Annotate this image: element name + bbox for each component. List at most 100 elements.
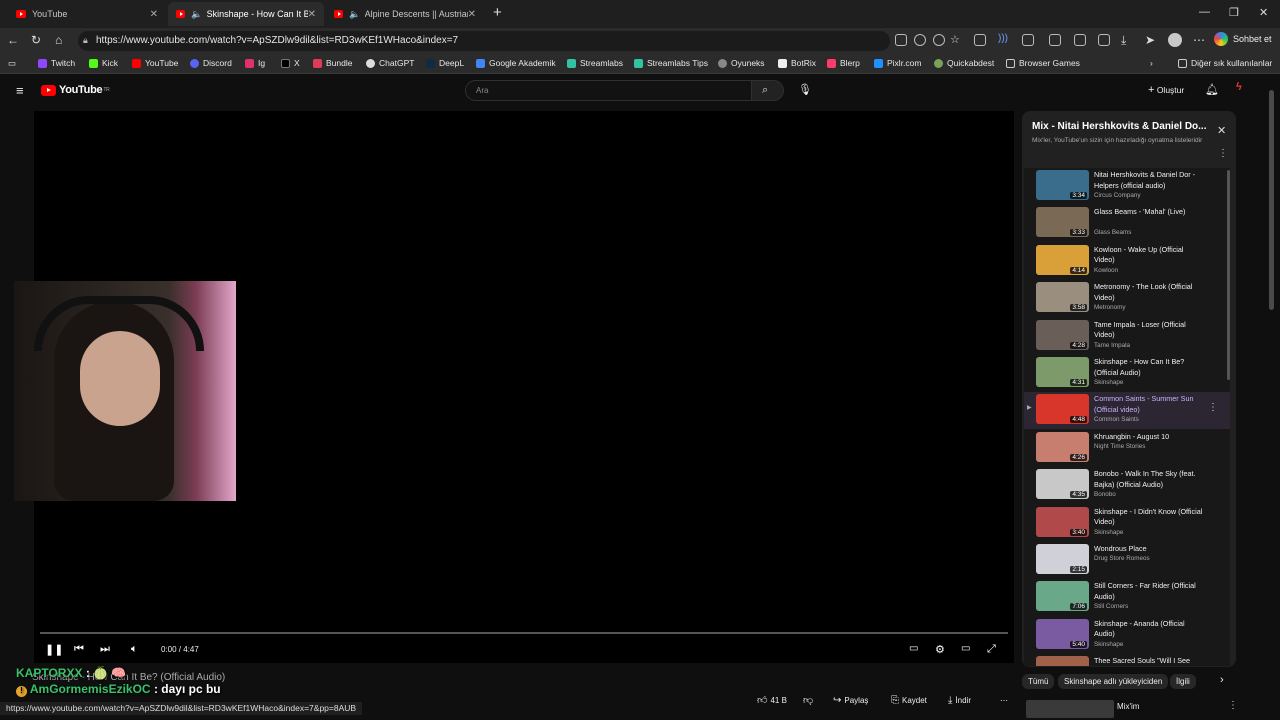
back-icon[interactable]: ← xyxy=(7,33,19,47)
bookmark-bundle[interactable]: Bundle xyxy=(313,58,352,68)
share-icon[interactable]: ➤ xyxy=(1145,33,1155,47)
bookmark-kick[interactable]: Kick xyxy=(89,58,118,68)
video-thumbnail[interactable]: 3:33 xyxy=(1036,207,1089,238)
channel-name[interactable]: Still Corners xyxy=(1094,603,1128,610)
close-tab-icon[interactable]: ✕ xyxy=(468,9,476,20)
video-thumbnail[interactable]: 4:26 xyxy=(1036,431,1089,462)
bookmark-discord[interactable]: Discord xyxy=(190,58,232,68)
playlist-item[interactable]: 4:28 Tame Impala - Loser (Official Video)… xyxy=(1024,318,1230,355)
subtitles-icon[interactable]: ▭ xyxy=(909,643,918,654)
close-tab-icon[interactable]: ✕ xyxy=(150,9,158,20)
like-button[interactable]: 👍︎ 41 B xyxy=(757,692,787,708)
playlist-item[interactable]: 7:06 Still Corners - Far Rider (Official … xyxy=(1024,579,1230,616)
menu-icon[interactable]: ≡ xyxy=(16,83,24,98)
playlist-item[interactable]: ▶ 4:48 Common Saints - Summer Sun (Officia… xyxy=(1024,392,1230,430)
youtube-logo[interactable]: YouTube TR xyxy=(41,84,110,96)
next-mix-title[interactable]: Mix'im xyxy=(1117,702,1139,711)
bookmark-quickabdest[interactable]: Quickabdest xyxy=(934,58,994,68)
playlist-item[interactable]: 2:15 Wondrous Place Drug Store Romeos xyxy=(1024,542,1230,579)
tab-skinshape[interactable]: 🔈 Skinshape - How Can It Be? (O ✕ xyxy=(168,2,324,26)
split-screen-icon[interactable] xyxy=(1049,34,1061,46)
video-title[interactable]: Glass Beams - 'Mahal' (Live) xyxy=(1094,207,1204,218)
playlist-item[interactable]: Thee Sacred Souls "Will I See You Again?… xyxy=(1024,654,1230,666)
video-thumbnail[interactable]: 3:34 xyxy=(1036,170,1089,200)
maximize-icon[interactable]: ❐ xyxy=(1229,6,1239,19)
tab-alpine[interactable]: 🔈 Alpine Descents || Austrian Al ✕ xyxy=(326,2,484,26)
favorite-star-icon[interactable]: ☆ xyxy=(950,33,960,46)
bookmarks-overflow-chevron-icon[interactable]: › xyxy=(1150,58,1153,68)
home-icon[interactable]: ⌂ xyxy=(55,33,62,47)
video-title[interactable]: Wondrous Place xyxy=(1094,544,1204,555)
item-menu-icon[interactable]: ⋮ xyxy=(1208,402,1218,413)
page-scrollbar[interactable] xyxy=(1269,90,1274,310)
bookmark-pixlr[interactable]: Pixlr.com xyxy=(874,58,921,68)
video-title[interactable]: Common Saints - Summer Sun (Official vid… xyxy=(1094,394,1204,415)
chip-uploader[interactable]: Skinshape adlı yükleyiciden xyxy=(1058,674,1169,689)
profile-avatar[interactable] xyxy=(1168,33,1182,47)
playlist-item[interactable]: 5:40 Skinshape - Ananda (Official Audio) S… xyxy=(1024,617,1230,654)
playlist-menu-icon[interactable]: ⋮ xyxy=(1218,148,1228,159)
video-title[interactable]: Thee Sacred Souls "Will I See You Again?… xyxy=(1094,656,1204,666)
bookmark-streamlabs-tips[interactable]: Streamlabs Tips xyxy=(634,58,708,68)
video-title[interactable]: Khruangbin - August 10 xyxy=(1094,432,1204,443)
copilot-button[interactable]: Sohbet et xyxy=(1214,32,1272,46)
playlist-item[interactable]: 4:26 Khruangbin - August 10 Night Time Sto… xyxy=(1024,430,1230,467)
fullscreen-icon[interactable]: ⤢ xyxy=(987,643,996,656)
extension-icon[interactable] xyxy=(974,34,986,46)
bookmark-google-akademik[interactable]: Google Akademik xyxy=(476,58,556,68)
url-field[interactable]: 🔒︎ https://www.youtube.com/watch?v=ApSZD… xyxy=(78,31,890,51)
video-thumbnail[interactable]: 7:06 xyxy=(1036,581,1089,612)
more-icon[interactable]: ⋯ xyxy=(1193,33,1205,47)
dislike-button[interactable]: 👎︎ xyxy=(803,692,813,708)
video-thumbnail[interactable] xyxy=(1036,656,1089,666)
previous-icon[interactable]: ⏮︎ xyxy=(74,643,84,656)
sidebar-toggle-icon[interactable]: ▭ xyxy=(8,58,16,69)
next-mix-thumbnail[interactable] xyxy=(1026,700,1114,718)
microphone-icon[interactable]: 🎙︎ xyxy=(798,83,812,96)
channel-name[interactable]: Skinshape xyxy=(1094,641,1123,648)
settings-gear-icon[interactable]: ⚙︎ xyxy=(935,643,945,656)
playlist-item[interactable]: 3:34 Nitai Hershkovits & Daniel Dor - Hel… xyxy=(1024,168,1230,205)
close-tab-icon[interactable]: ✕ xyxy=(308,9,316,20)
playlist-scrollbar[interactable] xyxy=(1227,170,1230,380)
video-thumbnail[interactable]: 4:48 xyxy=(1036,394,1089,425)
playlist-item[interactable]: 3:33 Glass Beams - 'Mahal' (Live) Glass Be… xyxy=(1024,205,1230,242)
bookmark-botrix[interactable]: BotRix xyxy=(778,58,816,68)
miniplayer-icon[interactable]: ▭ xyxy=(961,643,970,654)
bookmark-chatgpt[interactable]: ChatGPT xyxy=(366,58,414,68)
video-title[interactable]: Tame Impala - Loser (Official Video) xyxy=(1094,320,1204,341)
channel-name[interactable]: Circus Company xyxy=(1094,192,1141,199)
bookmark-ig[interactable]: Ig xyxy=(245,58,265,68)
sound-extension-icon[interactable]: ))) xyxy=(998,33,1008,44)
video-title[interactable]: Kowloon - Wake Up (Official Video) xyxy=(1094,245,1204,266)
bookmark-streamlabs[interactable]: Streamlabs xyxy=(567,58,623,68)
bookmark-oyuneks[interactable]: Oyuneks xyxy=(718,58,765,68)
speaker-icon[interactable]: 🔈 xyxy=(191,9,202,20)
speaker-icon[interactable]: 🔈 xyxy=(349,9,360,20)
minimize-icon[interactable]: — xyxy=(1199,6,1210,18)
bookmark-blerp[interactable]: Blerp xyxy=(827,58,860,68)
channel-avatar[interactable]: ϟ xyxy=(1236,81,1250,95)
bookmark-twitch[interactable]: Twitch xyxy=(38,58,75,68)
app-icon[interactable] xyxy=(895,34,907,46)
video-title[interactable]: Bonobo - Walk In The Sky (feat. Bajka) (… xyxy=(1094,469,1204,490)
notifications-bell-icon[interactable]: 🔔︎ xyxy=(1205,83,1219,96)
tab-youtube[interactable]: YouTube ✕ xyxy=(8,2,166,26)
video-thumbnail[interactable]: 4:14 xyxy=(1036,244,1089,275)
bookmark-x[interactable]: X xyxy=(281,58,300,68)
channel-name[interactable]: Tame Impala xyxy=(1094,342,1130,349)
channel-name[interactable]: Bonobo xyxy=(1094,491,1116,498)
favorites-icon[interactable] xyxy=(1074,34,1086,46)
next-mix-menu-icon[interactable]: ⋮ xyxy=(1228,700,1238,711)
channel-name[interactable]: Glass Beams xyxy=(1094,229,1131,236)
bookmark-browser-games[interactable]: Browser Games xyxy=(1006,58,1080,68)
video-thumbnail[interactable]: 4:31 xyxy=(1036,357,1089,387)
close-playlist-icon[interactable]: ✕ xyxy=(1217,124,1226,137)
bookmark-deepl[interactable]: DeepL xyxy=(426,58,464,68)
channel-name[interactable]: Skinshape xyxy=(1094,529,1123,536)
channel-name[interactable]: Common Saints xyxy=(1094,416,1139,423)
playlist-item[interactable]: 3:58 Metronomy - The Look (Official Video… xyxy=(1024,280,1230,317)
share-button[interactable]: ↪ Paylaş xyxy=(833,692,868,708)
collections-icon[interactable] xyxy=(1098,34,1110,46)
video-title[interactable]: Skinshape - Ananda (Official Audio) xyxy=(1094,619,1204,640)
